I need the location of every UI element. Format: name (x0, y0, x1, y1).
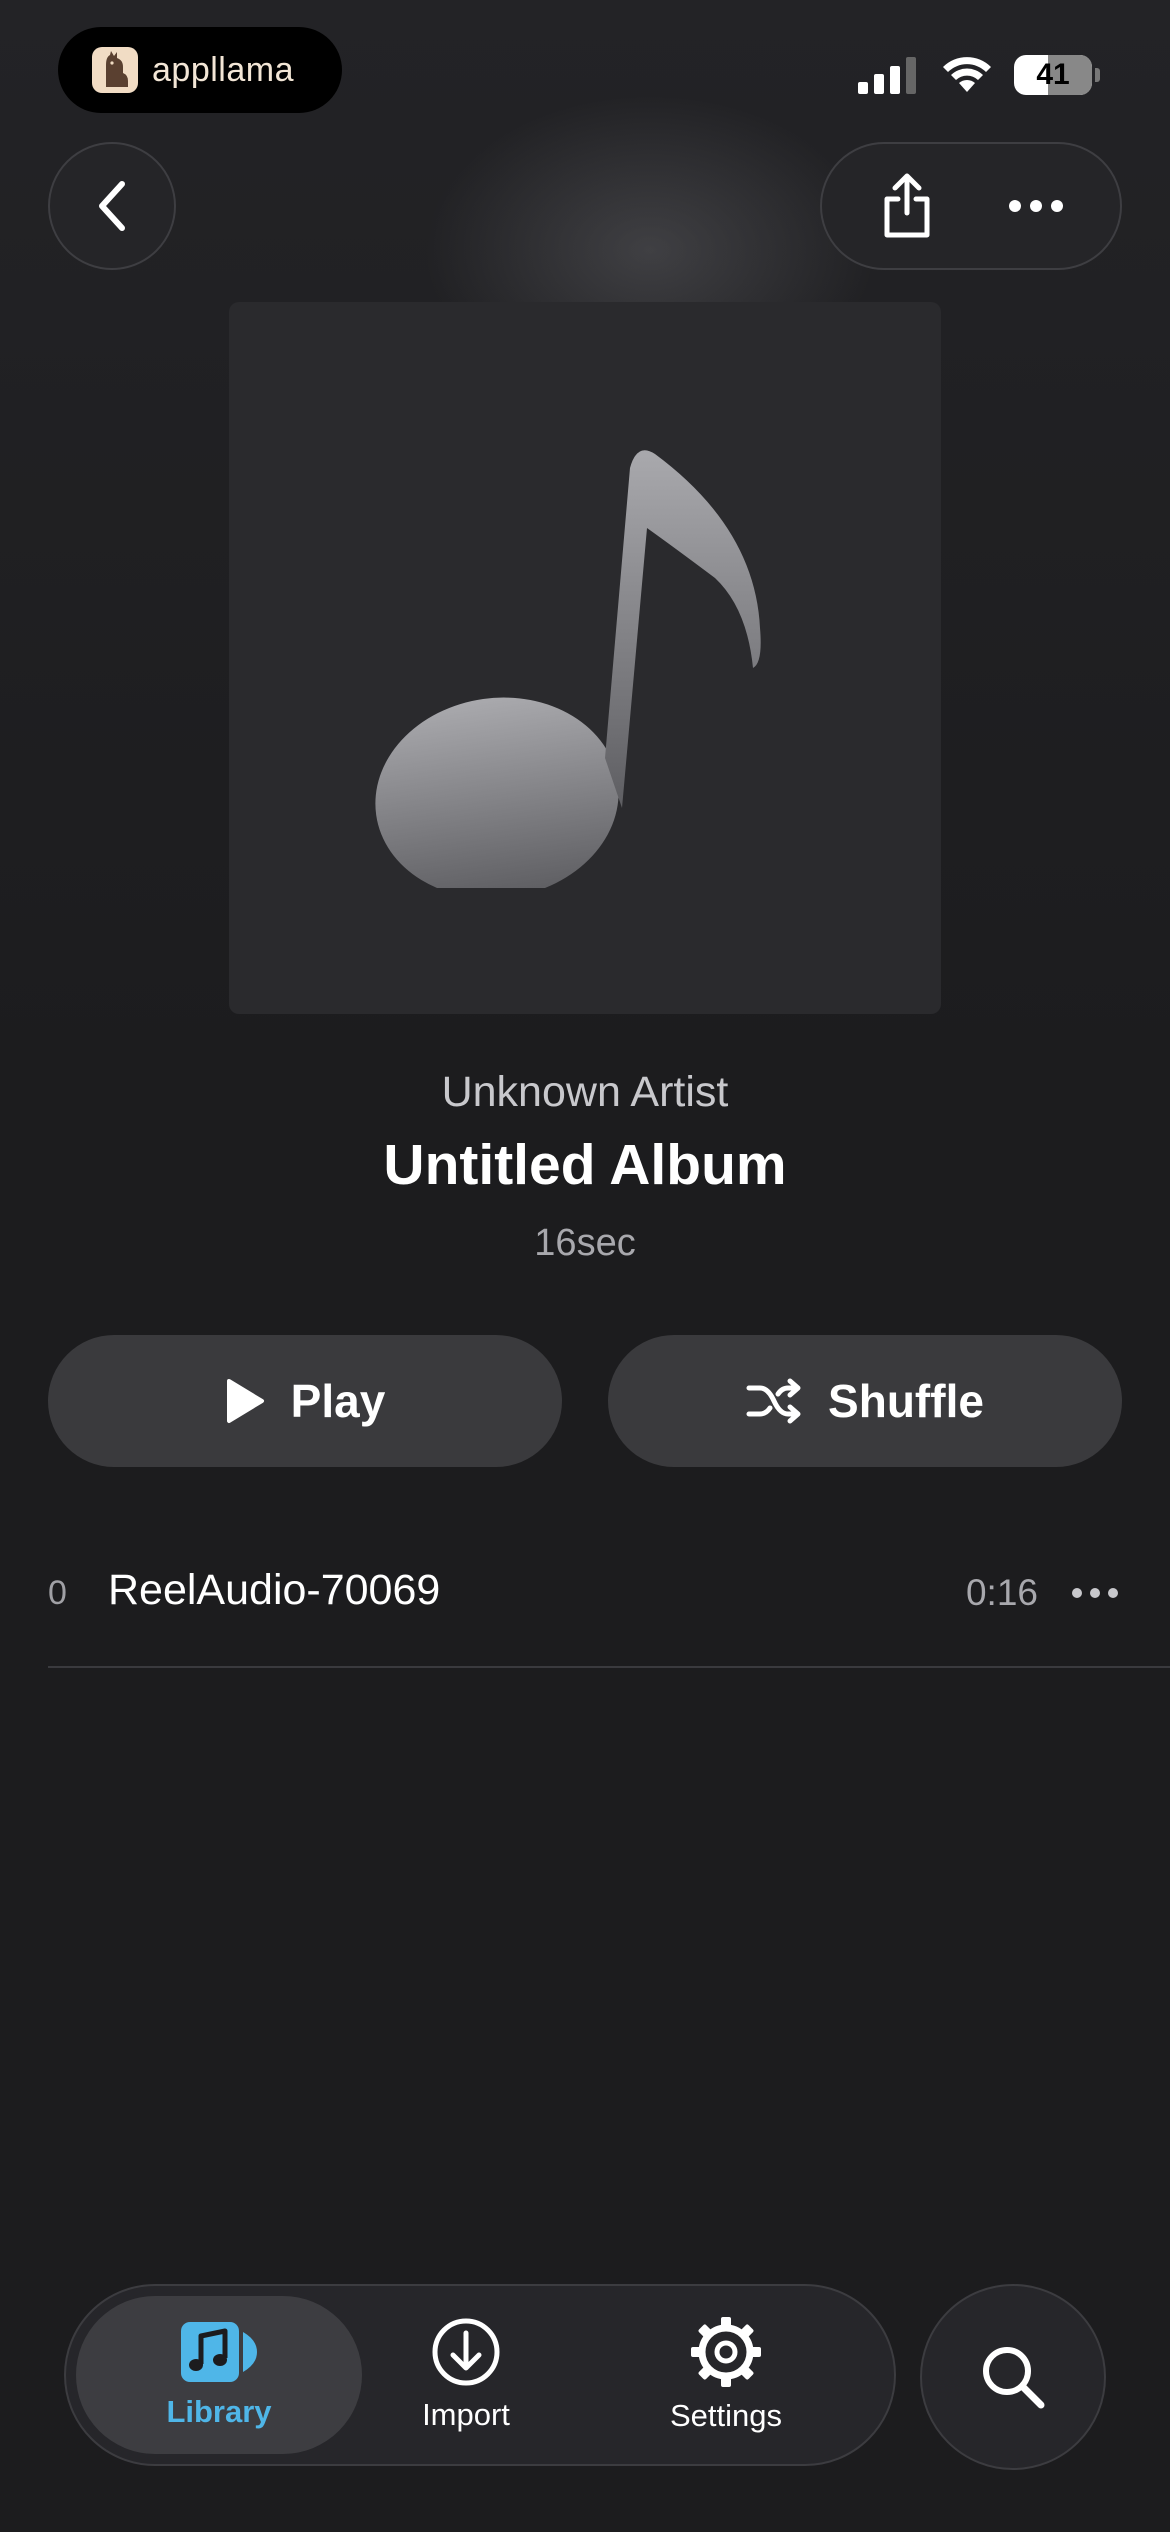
music-note-icon (375, 450, 761, 888)
track-more-button[interactable] (1060, 1568, 1130, 1618)
tab-library[interactable]: Library (76, 2296, 362, 2454)
tab-settings[interactable]: Settings (606, 2296, 846, 2454)
chevron-left-icon (99, 181, 125, 231)
search-icon (983, 2347, 1045, 2409)
track-row[interactable]: 0 ReelAudio-70069 0:16 (48, 1530, 1170, 1668)
album-title: Untitled Album (383, 1133, 787, 1197)
track-number: 0 (48, 1574, 67, 1612)
play-icon (226, 1379, 264, 1423)
track-title: ReelAudio-70069 (108, 1566, 441, 1614)
shuffle-label: Shuffle (828, 1375, 984, 1427)
app-badge[interactable]: appllama (58, 27, 342, 113)
play-label: Play (290, 1375, 386, 1427)
cellular-signal-icon (858, 56, 916, 94)
album-duration: 16sec (534, 1222, 636, 1264)
search-button[interactable] (920, 2284, 1106, 2470)
battery-tip (1095, 68, 1100, 82)
share-button[interactable] (857, 156, 957, 256)
shuffle-icon (746, 1378, 801, 1424)
tab-settings-label: Settings (669, 2398, 782, 2433)
tab-library-label: Library (166, 2394, 272, 2429)
more-button[interactable] (986, 156, 1086, 256)
tab-import[interactable]: Import (346, 2296, 586, 2454)
tab-bar: Library Import Settings (64, 2284, 896, 2466)
album-artist[interactable]: Unknown Artist (0, 1068, 1170, 1117)
play-button[interactable]: Play (48, 1335, 562, 1467)
gear-icon (691, 2317, 761, 2387)
header-actions (820, 142, 1122, 270)
tab-import-label: Import (422, 2397, 510, 2432)
wifi-icon (943, 57, 991, 92)
track-duration: 0:16 (965, 1572, 1038, 1613)
shuffle-button[interactable]: Shuffle (608, 1335, 1122, 1467)
album-artwork (229, 302, 941, 1014)
status-indicators: 41 (858, 52, 1100, 98)
battery-level: 41 (1036, 58, 1070, 91)
back-button[interactable] (48, 142, 176, 270)
share-icon (884, 173, 929, 238)
app-badge-label: appllama (152, 50, 294, 89)
battery-icon: 41 (1014, 55, 1092, 95)
llama-logo-icon (92, 47, 138, 93)
ellipsis-icon (1072, 1588, 1082, 1598)
music-library-icon (181, 2322, 257, 2382)
ellipsis-icon (1008, 200, 1063, 212)
download-icon (432, 2318, 500, 2386)
